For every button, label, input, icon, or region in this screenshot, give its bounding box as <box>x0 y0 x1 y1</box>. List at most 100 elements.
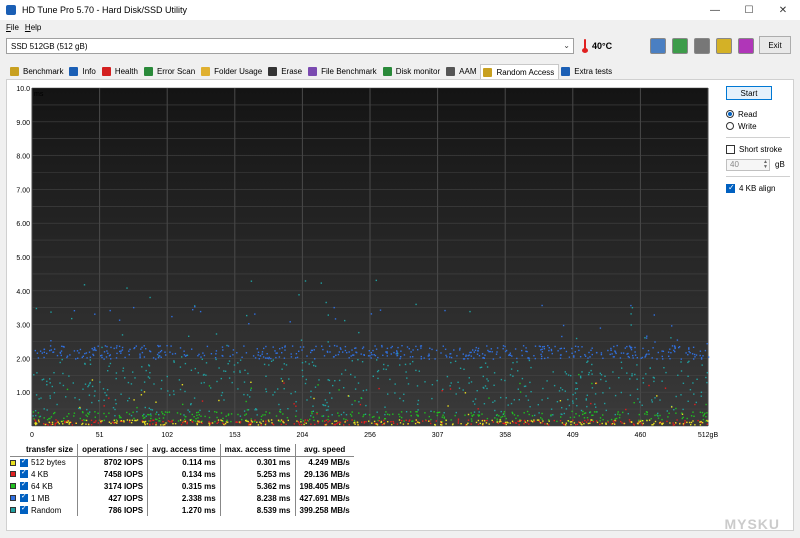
data-point <box>268 412 271 414</box>
read-radio[interactable] <box>726 110 734 118</box>
data-point <box>46 409 48 411</box>
data-point <box>61 345 63 347</box>
data-point <box>470 423 472 425</box>
data-point <box>600 378 602 381</box>
data-point <box>306 419 309 421</box>
series-checkbox[interactable] <box>20 480 28 491</box>
data-point <box>363 422 365 424</box>
data-point <box>662 358 664 360</box>
data-point <box>243 410 246 412</box>
data-point <box>53 372 55 374</box>
data-point <box>120 416 122 419</box>
data-point <box>260 418 262 421</box>
tab-file-benchmark[interactable]: File Benchmark <box>306 64 381 78</box>
screenshot-icon[interactable] <box>694 38 710 54</box>
stepper-arrows-icon[interactable]: ▲ ▼ <box>763 159 768 170</box>
copy-info-icon[interactable] <box>650 38 666 54</box>
menu-file[interactable]: File <box>6 23 19 32</box>
data-point <box>509 374 512 376</box>
data-point <box>139 353 141 355</box>
data-point <box>107 370 109 372</box>
data-point <box>498 421 501 423</box>
data-point <box>225 421 228 423</box>
start-button[interactable]: Start <box>726 86 772 100</box>
data-point <box>73 350 76 352</box>
data-point <box>499 356 501 359</box>
data-point <box>220 412 223 414</box>
data-point <box>206 345 209 348</box>
temperature-display: 40°C <box>582 38 612 54</box>
tab-benchmark[interactable]: Benchmark <box>8 64 67 78</box>
menu-help[interactable]: Help <box>25 23 41 32</box>
write-radio[interactable] <box>726 122 734 130</box>
data-point <box>406 346 409 348</box>
data-point <box>58 423 60 425</box>
short-stroke-checkbox[interactable] <box>726 144 735 154</box>
data-point <box>306 399 308 401</box>
drive-select[interactable]: SSD 512GB (512 gB) ⌄ <box>6 38 574 54</box>
tab-aam[interactable]: AAM <box>444 64 480 78</box>
read-option[interactable]: Read <box>726 108 790 120</box>
tab-folder-usage[interactable]: Folder Usage <box>199 64 266 78</box>
tab-health[interactable]: Health <box>100 64 142 78</box>
data-point <box>443 412 445 414</box>
x-tick-label: 512gB <box>698 432 719 439</box>
data-point <box>536 419 539 421</box>
tab-erase[interactable]: Erase <box>266 64 306 78</box>
data-point <box>51 423 54 425</box>
data-point <box>270 419 273 421</box>
series-checkbox[interactable] <box>20 468 28 479</box>
write-option[interactable]: Write <box>726 120 790 132</box>
data-point <box>46 384 48 386</box>
align-checkbox[interactable] <box>726 183 735 193</box>
data-point <box>179 366 182 368</box>
tab-random-access[interactable]: Random Access <box>480 64 560 79</box>
data-point <box>430 422 432 425</box>
series-checkbox[interactable] <box>20 492 28 503</box>
series-color-swatch <box>10 507 16 514</box>
data-point <box>35 394 38 396</box>
data-point <box>449 356 451 358</box>
data-point <box>485 422 488 424</box>
tab-disk-monitor[interactable]: Disk monitor <box>381 64 444 78</box>
save-icon[interactable] <box>738 38 754 54</box>
data-point <box>415 369 417 372</box>
series-checkbox[interactable] <box>20 504 28 515</box>
options-icon[interactable] <box>716 38 732 54</box>
data-point <box>519 420 521 422</box>
data-point <box>68 375 70 377</box>
data-point <box>649 367 651 369</box>
data-point <box>110 358 112 360</box>
data-point <box>670 337 672 339</box>
data-point <box>256 421 258 423</box>
data-point <box>171 315 173 318</box>
data-point <box>62 420 64 422</box>
series-checkbox[interactable] <box>20 457 28 467</box>
copy-results-icon[interactable] <box>672 38 688 54</box>
data-point <box>477 423 480 426</box>
align-option[interactable]: 4 KB align <box>726 182 790 194</box>
data-point <box>199 409 201 412</box>
data-point <box>552 371 554 373</box>
short-stroke-stepper[interactable]: 40 ▲ ▼ <box>726 158 770 171</box>
tab-error-scan[interactable]: Error Scan <box>142 64 199 78</box>
data-point <box>696 378 698 380</box>
data-point <box>291 345 294 347</box>
data-point <box>656 414 658 416</box>
y-tick-label: 10.0 <box>16 86 30 93</box>
data-point <box>136 419 139 421</box>
data-point <box>304 382 307 385</box>
tab-info[interactable]: Info <box>67 64 99 78</box>
data-point <box>526 422 528 424</box>
data-point <box>506 421 508 423</box>
minimize-button[interactable]: — <box>698 0 732 20</box>
data-point <box>261 351 264 353</box>
data-point <box>272 346 274 348</box>
exit-button[interactable]: Exit <box>759 36 791 54</box>
close-button[interactable]: ✕ <box>766 0 800 20</box>
tab-extra-tests[interactable]: Extra tests <box>559 64 616 78</box>
data-point <box>341 373 343 375</box>
data-point <box>504 379 506 382</box>
maximize-button[interactable]: ☐ <box>732 0 766 20</box>
short-stroke-option[interactable]: Short stroke <box>726 143 790 155</box>
